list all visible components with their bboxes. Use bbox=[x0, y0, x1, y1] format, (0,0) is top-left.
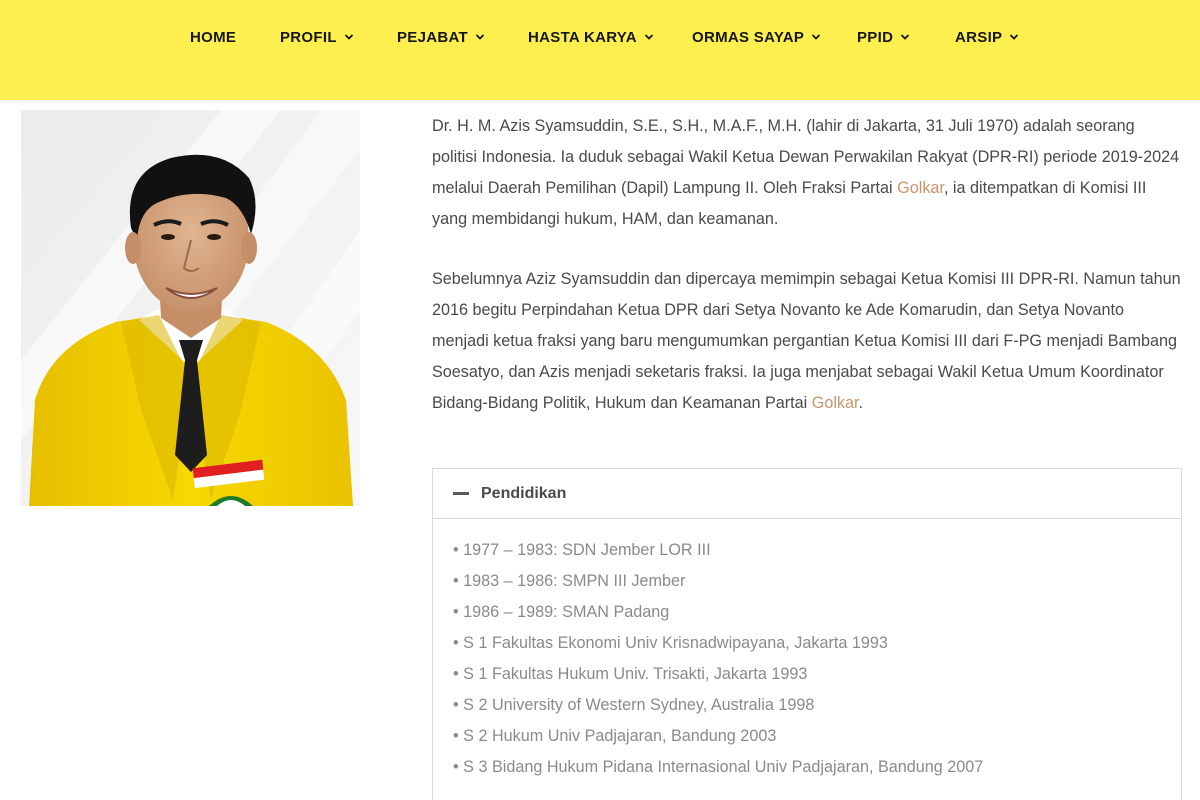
accordion-toggle[interactable]: Pendidikan bbox=[433, 469, 1181, 519]
nav-item-home[interactable]: HOME bbox=[190, 27, 236, 47]
accordion-title: Pendidikan bbox=[481, 484, 567, 502]
chevron-down-icon bbox=[1010, 34, 1019, 40]
education-accordion: Pendidikan • 1977 – 1983: SDN Jember LOR… bbox=[432, 468, 1182, 800]
bio-text: . bbox=[858, 394, 864, 412]
nav-item-label: HASTA KARYA bbox=[528, 28, 637, 46]
education-list: • 1977 – 1983: SDN Jember LOR III • 1983… bbox=[433, 519, 1181, 783]
list-item: • S 1 Fakultas Hukum Univ. Trisakti, Jak… bbox=[453, 665, 808, 683]
chevron-down-icon bbox=[901, 34, 910, 40]
nav-item-label: PPID bbox=[857, 28, 894, 46]
list-item: • S 2 Hukum Univ Padjajaran, Bandung 200… bbox=[453, 727, 777, 745]
nav-item-label: ORMAS SAYAP bbox=[692, 28, 805, 46]
chevron-down-icon bbox=[812, 34, 821, 40]
list-item: • 1977 – 1983: SDN Jember LOR III bbox=[453, 541, 711, 559]
nav-item-ormas-sayap[interactable]: ORMAS SAYAP bbox=[692, 27, 821, 47]
nav-item-label: HOME bbox=[190, 28, 237, 46]
portrait-image bbox=[21, 110, 360, 506]
golkar-link[interactable]: Golkar bbox=[897, 179, 944, 197]
biography-text: Dr. H. M. Azis Syamsuddin, S.E., S.H., M… bbox=[432, 111, 1184, 419]
bio-paragraph: Sebelumnya Aziz Syamsuddin dan dipercaya… bbox=[432, 264, 1184, 419]
list-item: • S 2 University of Western Sydney, Aust… bbox=[453, 696, 815, 714]
nav-item-label: ARSIP bbox=[955, 28, 1003, 46]
bio-paragraph: Dr. H. M. Azis Syamsuddin, S.E., S.H., M… bbox=[432, 111, 1184, 235]
list-item: • S 1 Fakultas Ekonomi Univ Krisnadwipay… bbox=[453, 634, 888, 652]
chevron-down-icon bbox=[644, 34, 654, 40]
nav-item-label: PROFIL bbox=[280, 28, 337, 46]
nav-item-ppid[interactable]: PPID bbox=[857, 27, 910, 47]
list-item: • 1986 – 1989: SMAN Padang bbox=[453, 603, 670, 621]
nav-item-label: PEJABAT bbox=[397, 28, 468, 46]
main-navbar: HOME PROFIL PEJABAT HASTA KARYA ORMAS SA… bbox=[0, 0, 1200, 100]
minus-icon bbox=[453, 492, 469, 495]
nav-item-hasta-karya[interactable]: HASTA KARYA bbox=[528, 27, 654, 47]
bio-text: Sebelumnya Aziz Syamsuddin dan dipercaya… bbox=[432, 270, 1181, 412]
nav-item-arsip[interactable]: ARSIP bbox=[955, 27, 1019, 47]
list-item: • 1983 – 1986: SMPN III Jember bbox=[453, 572, 686, 590]
golkar-link[interactable]: Golkar bbox=[812, 394, 859, 412]
page: HOME PROFIL PEJABAT HASTA KARYA ORMAS SA… bbox=[0, 0, 1200, 800]
nav-item-pejabat[interactable]: PEJABAT bbox=[397, 27, 485, 47]
profile-portrait bbox=[21, 110, 360, 506]
list-item: • S 3 Bidang Hukum Pidana Internasional … bbox=[453, 758, 984, 776]
chevron-down-icon bbox=[344, 34, 353, 40]
nav-item-profil[interactable]: PROFIL bbox=[280, 27, 354, 47]
chevron-down-icon bbox=[475, 34, 485, 40]
